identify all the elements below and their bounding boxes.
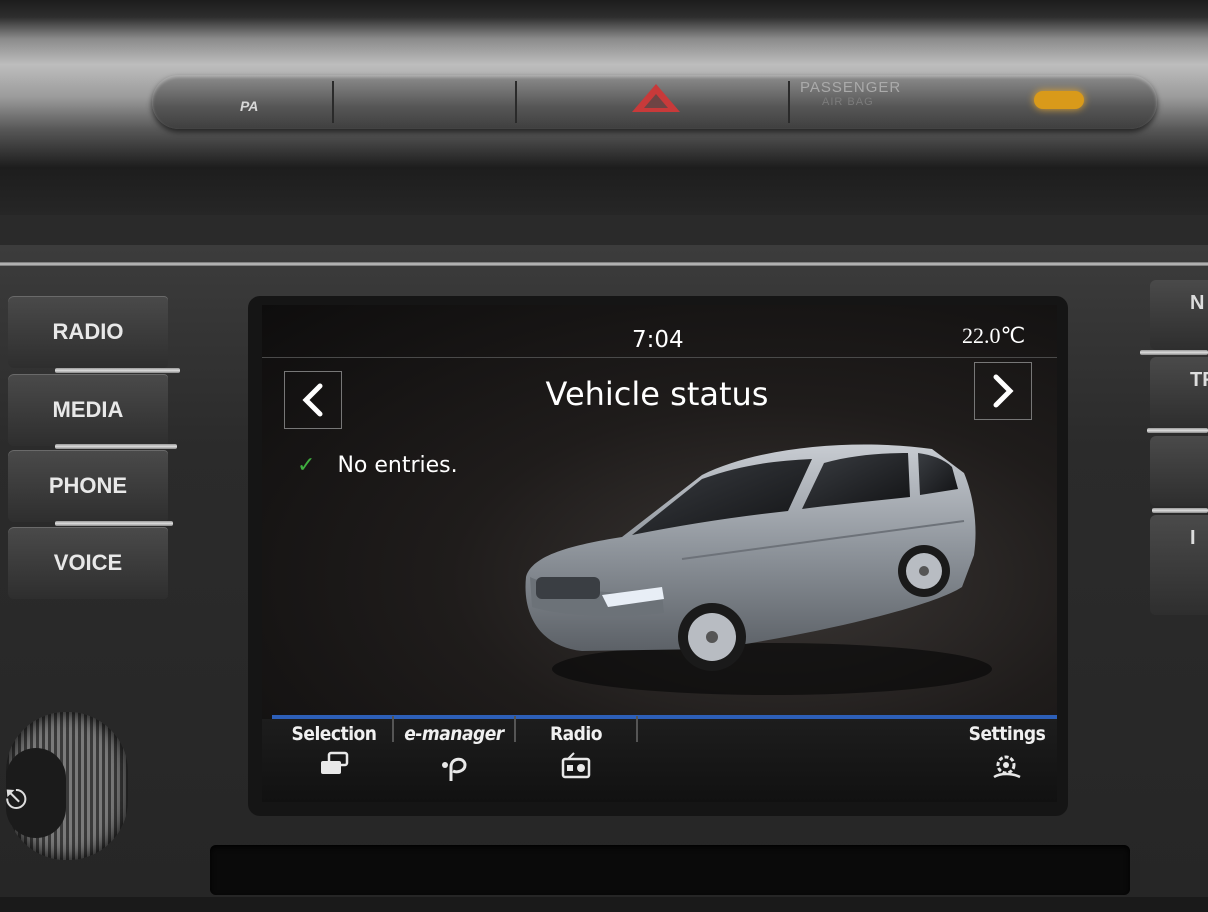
chrome-divider: [1152, 508, 1208, 513]
right-button-2-label: TR: [1190, 369, 1208, 391]
voice-hardware-button[interactable]: VOICE: [8, 527, 168, 599]
airbag-label-line2: AIR BAG: [822, 96, 874, 108]
bottom-trim: [0, 897, 1208, 912]
tab-e-manager-label: e-manager: [404, 723, 504, 745]
clock: 7:04: [632, 327, 684, 353]
phone-button-label: PHONE: [48, 473, 128, 498]
right-button-4-label: I: [1190, 527, 1196, 549]
chrome-divider: [1147, 428, 1208, 433]
page-title: Vehicle status: [545, 375, 769, 413]
tab-divider: [392, 716, 394, 742]
next-page-button[interactable]: [974, 362, 1032, 420]
airbag-label-line1: PASSENGER: [800, 79, 902, 96]
previous-page-button[interactable]: [284, 371, 342, 429]
right-hardware-button-1[interactable]: N: [1150, 280, 1208, 350]
tab-settings[interactable]: Settings: [962, 723, 1052, 787]
tab-radio-label: Radio: [549, 723, 603, 745]
pa-button-label[interactable]: PA: [240, 98, 258, 114]
chrome-divider: [55, 368, 180, 373]
phone-hardware-button[interactable]: PHONE: [8, 450, 168, 522]
tab-selection-label: Selection: [291, 723, 377, 745]
tab-e-manager[interactable]: e-manager: [396, 723, 512, 789]
radio-icon: [520, 751, 632, 785]
status-divider: [262, 357, 1057, 358]
tab-divider: [514, 716, 516, 742]
chrome-trim-line: [0, 262, 1208, 266]
vehicle-image: [525, 444, 992, 695]
radio-hardware-button[interactable]: RADIO: [8, 296, 168, 368]
power-icon: ⎋: [6, 785, 27, 815]
media-hardware-button[interactable]: MEDIA: [8, 374, 168, 446]
outside-temperature: 22.0℃: [962, 323, 1026, 348]
chrome-divider: [55, 444, 177, 449]
cd-slot: [210, 845, 1130, 895]
chevron-right-icon: [993, 374, 1014, 408]
voice-button-label: VOICE: [53, 550, 123, 575]
right-hardware-button-3[interactable]: [1150, 436, 1208, 506]
airbag-off-indicator: [1034, 91, 1084, 109]
tab-selection[interactable]: Selection: [284, 723, 384, 783]
radio-button-label: RADIO: [52, 319, 124, 344]
tab-settings-label: Settings: [968, 723, 1046, 745]
media-button-label: MEDIA: [52, 397, 124, 422]
cards-icon: [284, 751, 384, 783]
chevron-left-icon: [302, 383, 323, 417]
tab-radio[interactable]: Radio: [520, 723, 632, 785]
chrome-divider: [1140, 350, 1208, 355]
right-button-1-label: N: [1190, 292, 1205, 314]
passenger-airbag-label: PASSENGER AIR BAG: [800, 80, 901, 110]
hazard-icon[interactable]: [632, 84, 680, 112]
e-manager-icon: [396, 751, 512, 789]
infotainment-screen: 7:04 22.0℃ Vehicle status ✓ No entries.: [262, 305, 1057, 802]
status-message: ✓ No entries.: [297, 453, 458, 478]
right-hardware-button-4[interactable]: I: [1150, 515, 1208, 615]
settings-gear-icon: [962, 751, 1052, 787]
status-message-text: No entries.: [337, 453, 458, 478]
chrome-divider: [55, 521, 173, 526]
checkmark-icon: ✓: [297, 453, 316, 478]
tab-divider: [636, 716, 638, 742]
right-hardware-button-2[interactable]: TR: [1150, 357, 1208, 427]
